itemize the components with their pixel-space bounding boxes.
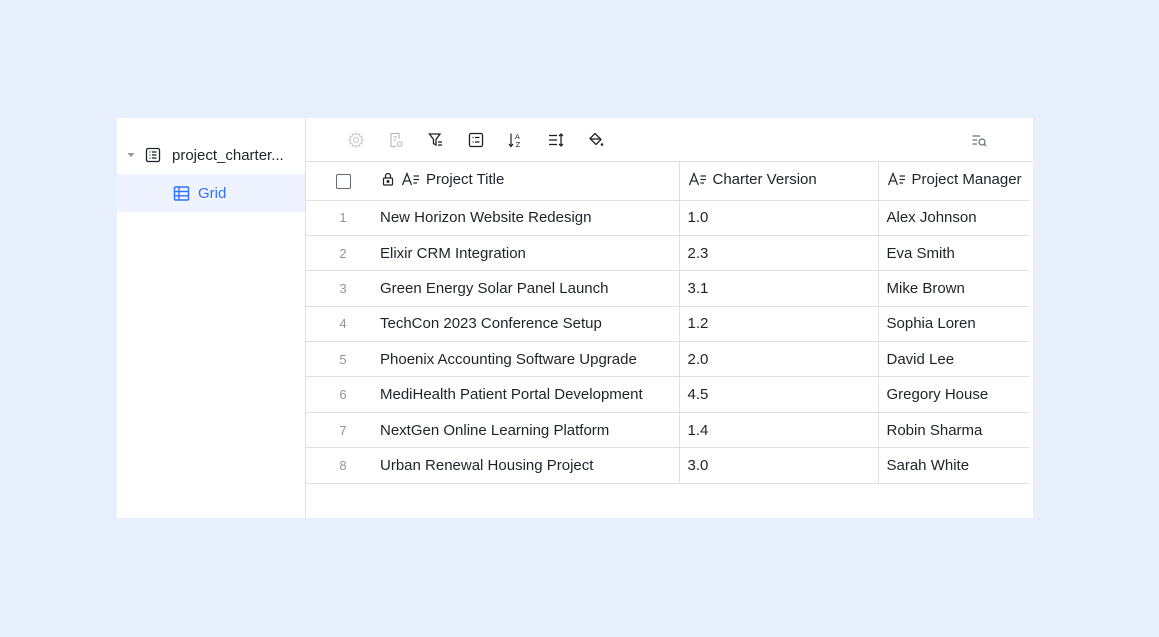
sidebar: project_charter... Grid [117,118,306,518]
cell-manager[interactable]: David Lee [878,341,1029,378]
cell-manager[interactable]: Sophia Loren [878,306,1029,343]
cell-title[interactable]: Phoenix Accounting Software Upgrade [380,341,680,378]
lock-icon [382,172,394,186]
header-row: Project Title Charter Version Project Ma… [306,162,1029,201]
fill-color-icon[interactable] [586,130,606,150]
row-number: 1 [306,200,380,236]
table-row[interactable]: 3 Green Energy Solar Panel Launch 3.1 Mi… [306,270,1029,307]
data-grid: Project Title Charter Version Project Ma… [306,162,1029,484]
app-window: project_charter... Grid A Z Project Titl… [117,118,1035,518]
row-number: 7 [306,412,380,449]
row-number: 5 [306,341,380,378]
column-header-version[interactable]: Charter Version [679,162,879,201]
cell-manager[interactable]: Mike Brown [878,270,1029,307]
cell-version[interactable]: 1.0 [679,200,879,236]
view-name-label: Grid [198,184,227,202]
sidebar-table-item[interactable]: project_charter... [117,136,305,174]
row-number: 4 [306,306,380,343]
text-field-icon [401,171,419,186]
cell-title[interactable]: TechCon 2023 Conference Setup [380,306,680,343]
cell-title[interactable]: NextGen Online Learning Platform [380,412,680,449]
table-row[interactable]: 8 Urban Renewal Housing Project 3.0 Sara… [306,447,1029,484]
column-header-manager[interactable]: Project Manager [878,162,1029,201]
window-edge [1033,118,1035,518]
cell-version[interactable]: 4.5 [679,376,879,413]
cell-version[interactable]: 1.4 [679,412,879,449]
settings-icon[interactable] [346,130,366,150]
cell-title[interactable]: New Horizon Website Redesign [380,200,680,236]
table-icon [145,147,161,163]
toolbar: A Z [306,118,1035,162]
cell-version[interactable]: 2.3 [679,235,879,272]
grid-view-icon [173,185,190,202]
sort-icon[interactable]: A Z [506,130,526,150]
table-row[interactable]: 7 NextGen Online Learning Platform 1.4 R… [306,412,1029,449]
column-title-label: Project Title [426,170,505,188]
cell-manager[interactable]: Alex Johnson [878,200,1029,236]
table-row[interactable]: 1 New Horizon Website Redesign 1.0 Alex … [306,200,1029,236]
cell-version[interactable]: 3.1 [679,270,879,307]
record-icon[interactable] [386,130,406,150]
cell-title[interactable]: MediHealth Patient Portal Development [380,376,680,413]
cell-title[interactable]: Elixir CRM Integration [380,235,680,272]
group-icon[interactable] [466,130,486,150]
row-number: 2 [306,235,380,272]
row-height-icon[interactable] [546,130,566,150]
table-row[interactable]: 6 MediHealth Patient Portal Development … [306,376,1029,413]
row-number: 6 [306,376,380,413]
table-name-label: project_charter... [172,146,284,164]
select-all-checkbox[interactable] [335,173,351,189]
cell-title[interactable]: Urban Renewal Housing Project [380,447,680,484]
cell-manager[interactable]: Sarah White [878,447,1029,484]
cell-manager[interactable]: Gregory House [878,376,1029,413]
svg-text:A: A [515,133,520,141]
table-row[interactable]: 2 Elixir CRM Integration 2.3 Eva Smith [306,235,1029,272]
cell-manager[interactable]: Eva Smith [878,235,1029,272]
text-field-icon [887,171,905,186]
column-manager-label: Project Manager [911,170,1022,188]
table-row[interactable]: 5 Phoenix Accounting Software Upgrade 2.… [306,341,1029,378]
row-number: 8 [306,447,380,484]
cell-manager[interactable]: Robin Sharma [878,412,1029,449]
search-icon[interactable] [969,130,989,150]
filter-icon[interactable] [426,130,446,150]
row-number: 3 [306,270,380,307]
cell-version[interactable]: 1.2 [679,306,879,343]
svg-text:Z: Z [516,141,521,149]
cell-version[interactable]: 3.0 [679,447,879,484]
text-field-icon [688,171,706,186]
column-header-title[interactable]: Project Title [380,162,680,201]
caret-down-icon[interactable] [125,149,137,161]
cell-version[interactable]: 2.0 [679,341,879,378]
table-row[interactable]: 4 TechCon 2023 Conference Setup 1.2 Soph… [306,306,1029,343]
sidebar-view-grid[interactable]: Grid [117,174,305,212]
column-version-label: Charter Version [712,170,817,188]
cell-title[interactable]: Green Energy Solar Panel Launch [380,270,680,307]
grid-area: A Z Project Title Charter Version Projec… [306,118,1035,518]
select-all-cell[interactable] [306,162,380,201]
